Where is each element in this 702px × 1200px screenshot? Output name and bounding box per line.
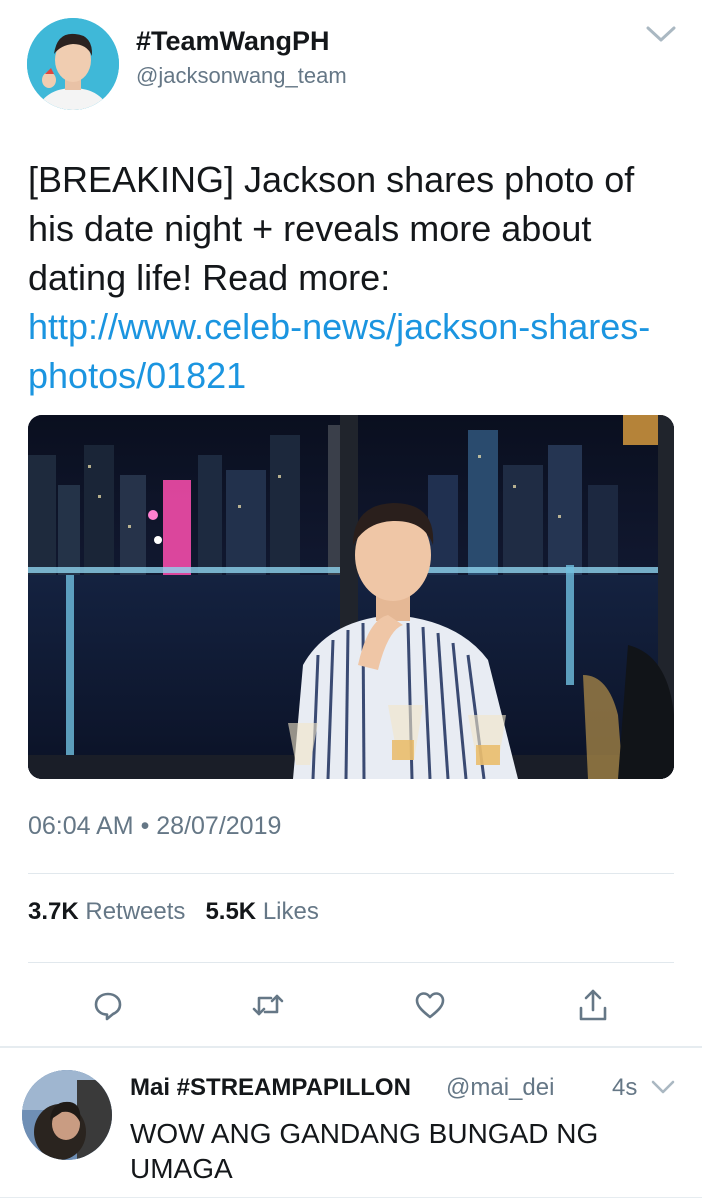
tweet-timestamp: 06:04 AM • 28/07/2019 — [28, 812, 282, 840]
main-tweet: #TeamWangPH @jacksonwang_team [BREAKING]… — [0, 0, 702, 1046]
retweets-label: Retweets — [85, 898, 186, 925]
reply-display-name[interactable]: Mai #STREAMPAPILLON — [130, 1074, 411, 1102]
divider — [28, 873, 674, 874]
reply-icon[interactable] — [88, 985, 128, 1025]
tweet-link[interactable]: http://www.celeb-news/jackson-shares-pho… — [28, 306, 650, 396]
divider — [0, 1197, 702, 1198]
reply-tweet[interactable]: Mai #STREAMPAPILLON @mai_dei 4s WOW ANG … — [0, 1048, 702, 1200]
avatar[interactable] — [22, 1070, 112, 1160]
retweet-icon[interactable] — [248, 985, 288, 1025]
share-icon[interactable] — [573, 985, 613, 1025]
tweet-text-body: [BREAKING] Jackson shares photo of his d… — [28, 159, 635, 298]
retweets-count: 3.7K — [28, 898, 79, 925]
chevron-down-icon[interactable] — [643, 20, 679, 48]
tweet-text: [BREAKING] Jackson shares photo of his d… — [28, 155, 673, 400]
heart-icon[interactable] — [410, 985, 450, 1025]
likes-label: Likes — [262, 898, 319, 925]
reply-user-handle[interactable]: @mai_dei — [446, 1074, 554, 1102]
user-handle[interactable]: @jacksonwang_team — [136, 63, 347, 89]
avatar[interactable] — [27, 18, 119, 110]
divider — [28, 962, 674, 963]
likes-count: 5.5K — [205, 898, 257, 925]
retweets-stat[interactable]: 3.7K Retweets — [28, 898, 185, 925]
chevron-down-icon[interactable] — [650, 1076, 676, 1098]
tweet-stats: 3.7K Retweets 5.5K Likes — [28, 898, 319, 926]
tweet-photo[interactable] — [28, 415, 674, 779]
display-name[interactable]: #TeamWangPH — [136, 26, 330, 57]
reply-timestamp: 4s — [612, 1074, 638, 1101]
reply-text: WOW ANG GANDANG BUNGAD NG UMAGA — [130, 1118, 599, 1184]
likes-stat[interactable]: 5.5K Likes — [205, 898, 318, 925]
